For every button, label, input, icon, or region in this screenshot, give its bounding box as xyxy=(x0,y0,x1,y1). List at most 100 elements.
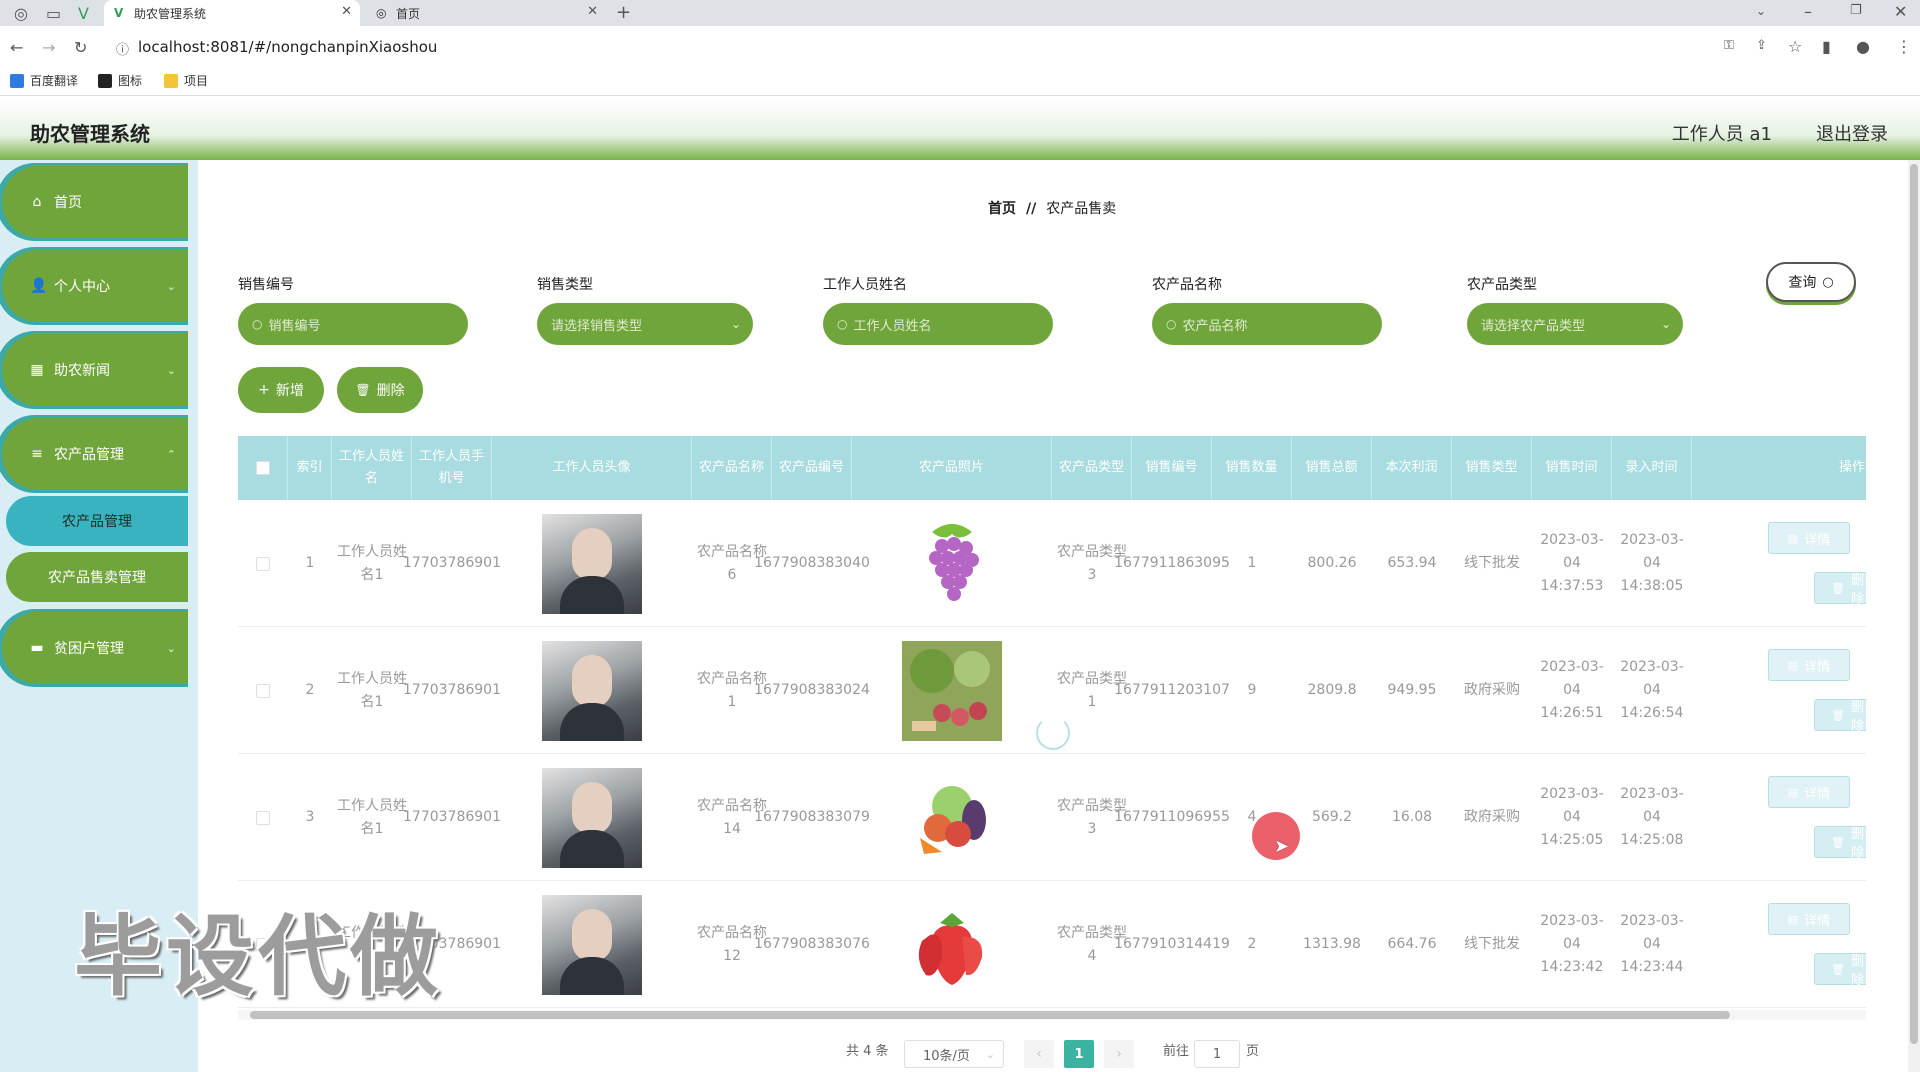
detail-button[interactable]: ▤ 详情 xyxy=(1768,522,1850,554)
product-type-select[interactable]: 请选择农产品类型 ⌄ xyxy=(1467,303,1683,345)
sidebar-subitem-sales-manage[interactable]: 农产品售卖管理 xyxy=(6,552,188,602)
minimize-icon[interactable]: – xyxy=(1804,2,1812,21)
query-button[interactable]: 查询 ○ xyxy=(1766,262,1856,302)
row-checkbox-cell[interactable] xyxy=(238,754,288,881)
browser-globe-icon[interactable]: ◎ xyxy=(14,4,28,23)
cell-product-no: 1677908383024 xyxy=(754,682,870,698)
header-qty: 销售数量 xyxy=(1212,436,1292,500)
cell-phone: 17703786901 xyxy=(403,809,501,825)
browser-tab-strip: ◎ ▭ V V 助农管理系统 ✕ ◎ 首页 ✕ + ⌄ – ❐ ✕ xyxy=(0,0,1920,26)
page-size-select[interactable]: 10条/页 ⌄ xyxy=(904,1040,1004,1068)
window-close-icon[interactable]: ✕ xyxy=(1894,2,1907,21)
sidebar-item-products[interactable]: ≡ 农产品管理 ⌃ xyxy=(2,418,188,490)
cell-sale-no: 1677911203107 xyxy=(1114,682,1230,698)
bookmark-icons[interactable]: 图标 xyxy=(98,72,142,89)
detail-button[interactable]: ▤ 详情 xyxy=(1768,776,1850,808)
vertical-scrollbar[interactable] xyxy=(1908,160,1920,1072)
header-product-no: 农产品编号 xyxy=(772,436,852,500)
breadcrumb-home[interactable]: 首页 xyxy=(988,201,1016,217)
sidebar-item-news[interactable]: ▦ 助农新闻 ⌄ xyxy=(2,334,188,406)
star-icon[interactable]: ☆ xyxy=(1788,37,1802,56)
bookmark-project[interactable]: 项目 xyxy=(164,72,208,89)
info-icon[interactable]: ⓘ xyxy=(116,39,129,58)
row-delete-button[interactable]: 🗑 删除 xyxy=(1814,572,1866,607)
vue-logo-icon[interactable]: V xyxy=(78,4,89,23)
cell-photo xyxy=(852,627,1052,754)
sidebar-item-poor[interactable]: ▬ 贫困户管理 ⌄ xyxy=(2,612,188,684)
share-icon[interactable]: ⇪ xyxy=(1756,38,1767,53)
cell-sale-type: 线下批发 xyxy=(1464,555,1520,571)
menu-icon: ≡ xyxy=(31,446,43,462)
cell-entry-time: 2023-03-04 14:25:08 xyxy=(1620,786,1684,848)
tab-home[interactable]: ◎ 首页 ✕ xyxy=(366,0,606,26)
bookmark-baidu[interactable]: 百度翻译 xyxy=(10,72,78,89)
cell-avatar xyxy=(492,500,692,627)
profile-icon[interactable]: ● xyxy=(1856,37,1870,56)
row-delete-button[interactable]: 🗑 删除 xyxy=(1814,953,1866,988)
sidebar-item-label: 首页 xyxy=(54,195,82,211)
row-checkbox-cell[interactable] xyxy=(238,500,288,627)
horizontal-scrollbar[interactable] xyxy=(238,1010,1866,1020)
logout-link[interactable]: 退出登录 xyxy=(1816,120,1888,146)
reload-icon[interactable]: ↻ xyxy=(74,38,87,57)
bookmark-label: 百度翻译 xyxy=(30,74,79,88)
loading-spinner xyxy=(1036,716,1070,750)
sale-no-input[interactable]: ○ 销售编号 xyxy=(238,303,468,345)
product-photo xyxy=(902,640,1002,741)
tab-zhunong[interactable]: V 助农管理系统 ✕ xyxy=(104,0,360,26)
restore-icon[interactable]: ❐ xyxy=(1850,3,1862,18)
detail-label: 详情 xyxy=(1804,659,1831,675)
next-page-button[interactable]: › xyxy=(1104,1040,1134,1068)
add-button[interactable]: + 新增 xyxy=(238,367,324,413)
cell-sale-time: 2023-03-04 14:23:42 xyxy=(1540,913,1604,975)
row-delete-label: 删除 xyxy=(1850,827,1864,861)
row-checkbox[interactable] xyxy=(256,810,270,825)
forward-icon[interactable]: → xyxy=(42,38,55,57)
product-name-input[interactable]: ○ 农产品名称 xyxy=(1152,303,1382,345)
header-worker: 工作人员姓名 xyxy=(332,436,412,500)
header-checkbox-cell[interactable] xyxy=(238,436,288,500)
cell-sale-no: 1677911863095 xyxy=(1114,555,1230,571)
back-icon[interactable]: ← xyxy=(10,38,23,57)
chevron-down-icon: ⌄ xyxy=(1660,317,1671,331)
cell-qty: 9 xyxy=(1247,682,1257,698)
new-tab-icon[interactable]: + xyxy=(616,2,631,23)
row-checkbox[interactable] xyxy=(256,683,270,698)
add-label: 新增 xyxy=(275,383,304,399)
detail-button[interactable]: ▤ 详情 xyxy=(1768,903,1850,935)
row-delete-button[interactable]: 🗑 删除 xyxy=(1814,826,1866,861)
search-icon: ○ xyxy=(1822,274,1834,290)
goto-page-input[interactable]: 1 xyxy=(1194,1040,1240,1068)
close-icon[interactable]: ✕ xyxy=(587,4,598,19)
select-all-checkbox[interactable] xyxy=(255,461,270,475)
worker-name-input[interactable]: ○ 工作人员姓名 xyxy=(823,303,1053,345)
goto-suffix: 页 xyxy=(1246,1044,1260,1059)
sidebar-subitem-product-manage[interactable]: 农产品管理 xyxy=(6,496,188,546)
sidebar-panel-icon[interactable]: ▮ xyxy=(1822,37,1831,56)
key-icon[interactable]: ⚿ xyxy=(1724,38,1734,53)
placeholder: 请选择农产品类型 xyxy=(1481,318,1586,334)
row-checkbox[interactable] xyxy=(256,556,270,571)
more-icon[interactable]: ⋮ xyxy=(1896,37,1912,56)
sale-type-select[interactable]: 请选择销售类型 ⌄ xyxy=(537,303,753,345)
product-photo xyxy=(902,768,1002,868)
sidebar-item-personal[interactable]: 👤 个人中心 ⌄ xyxy=(2,250,188,322)
sidebar-item-home[interactable]: ⌂ 首页 xyxy=(2,166,188,238)
browser-blank-tab-icon[interactable]: ▭ xyxy=(46,4,61,23)
breadcrumb-current: 农产品售卖 xyxy=(1046,201,1117,217)
url-input[interactable]: localhost:8081/#/nongchanpinXiaoshou xyxy=(138,38,437,56)
search-icon: ○ xyxy=(1166,317,1177,331)
image-icon xyxy=(98,73,112,88)
cell-photo xyxy=(852,754,1052,881)
page-number-current[interactable]: 1 xyxy=(1064,1040,1094,1068)
close-icon[interactable]: ✕ xyxy=(341,4,352,19)
row-checkbox-cell[interactable] xyxy=(238,627,288,754)
prev-page-button[interactable]: ‹ xyxy=(1024,1040,1054,1068)
delete-button[interactable]: 🗑 删除 xyxy=(337,367,423,413)
label-sale-no: 销售编号 xyxy=(238,277,294,293)
cell-qty: 1 xyxy=(1247,555,1257,571)
detail-button[interactable]: ▤ 详情 xyxy=(1768,649,1850,681)
chevron-down-icon[interactable]: ⌄ xyxy=(1756,4,1766,18)
row-delete-button[interactable]: 🗑 删除 xyxy=(1814,699,1866,734)
cell-total: 1313.98 xyxy=(1303,936,1361,952)
